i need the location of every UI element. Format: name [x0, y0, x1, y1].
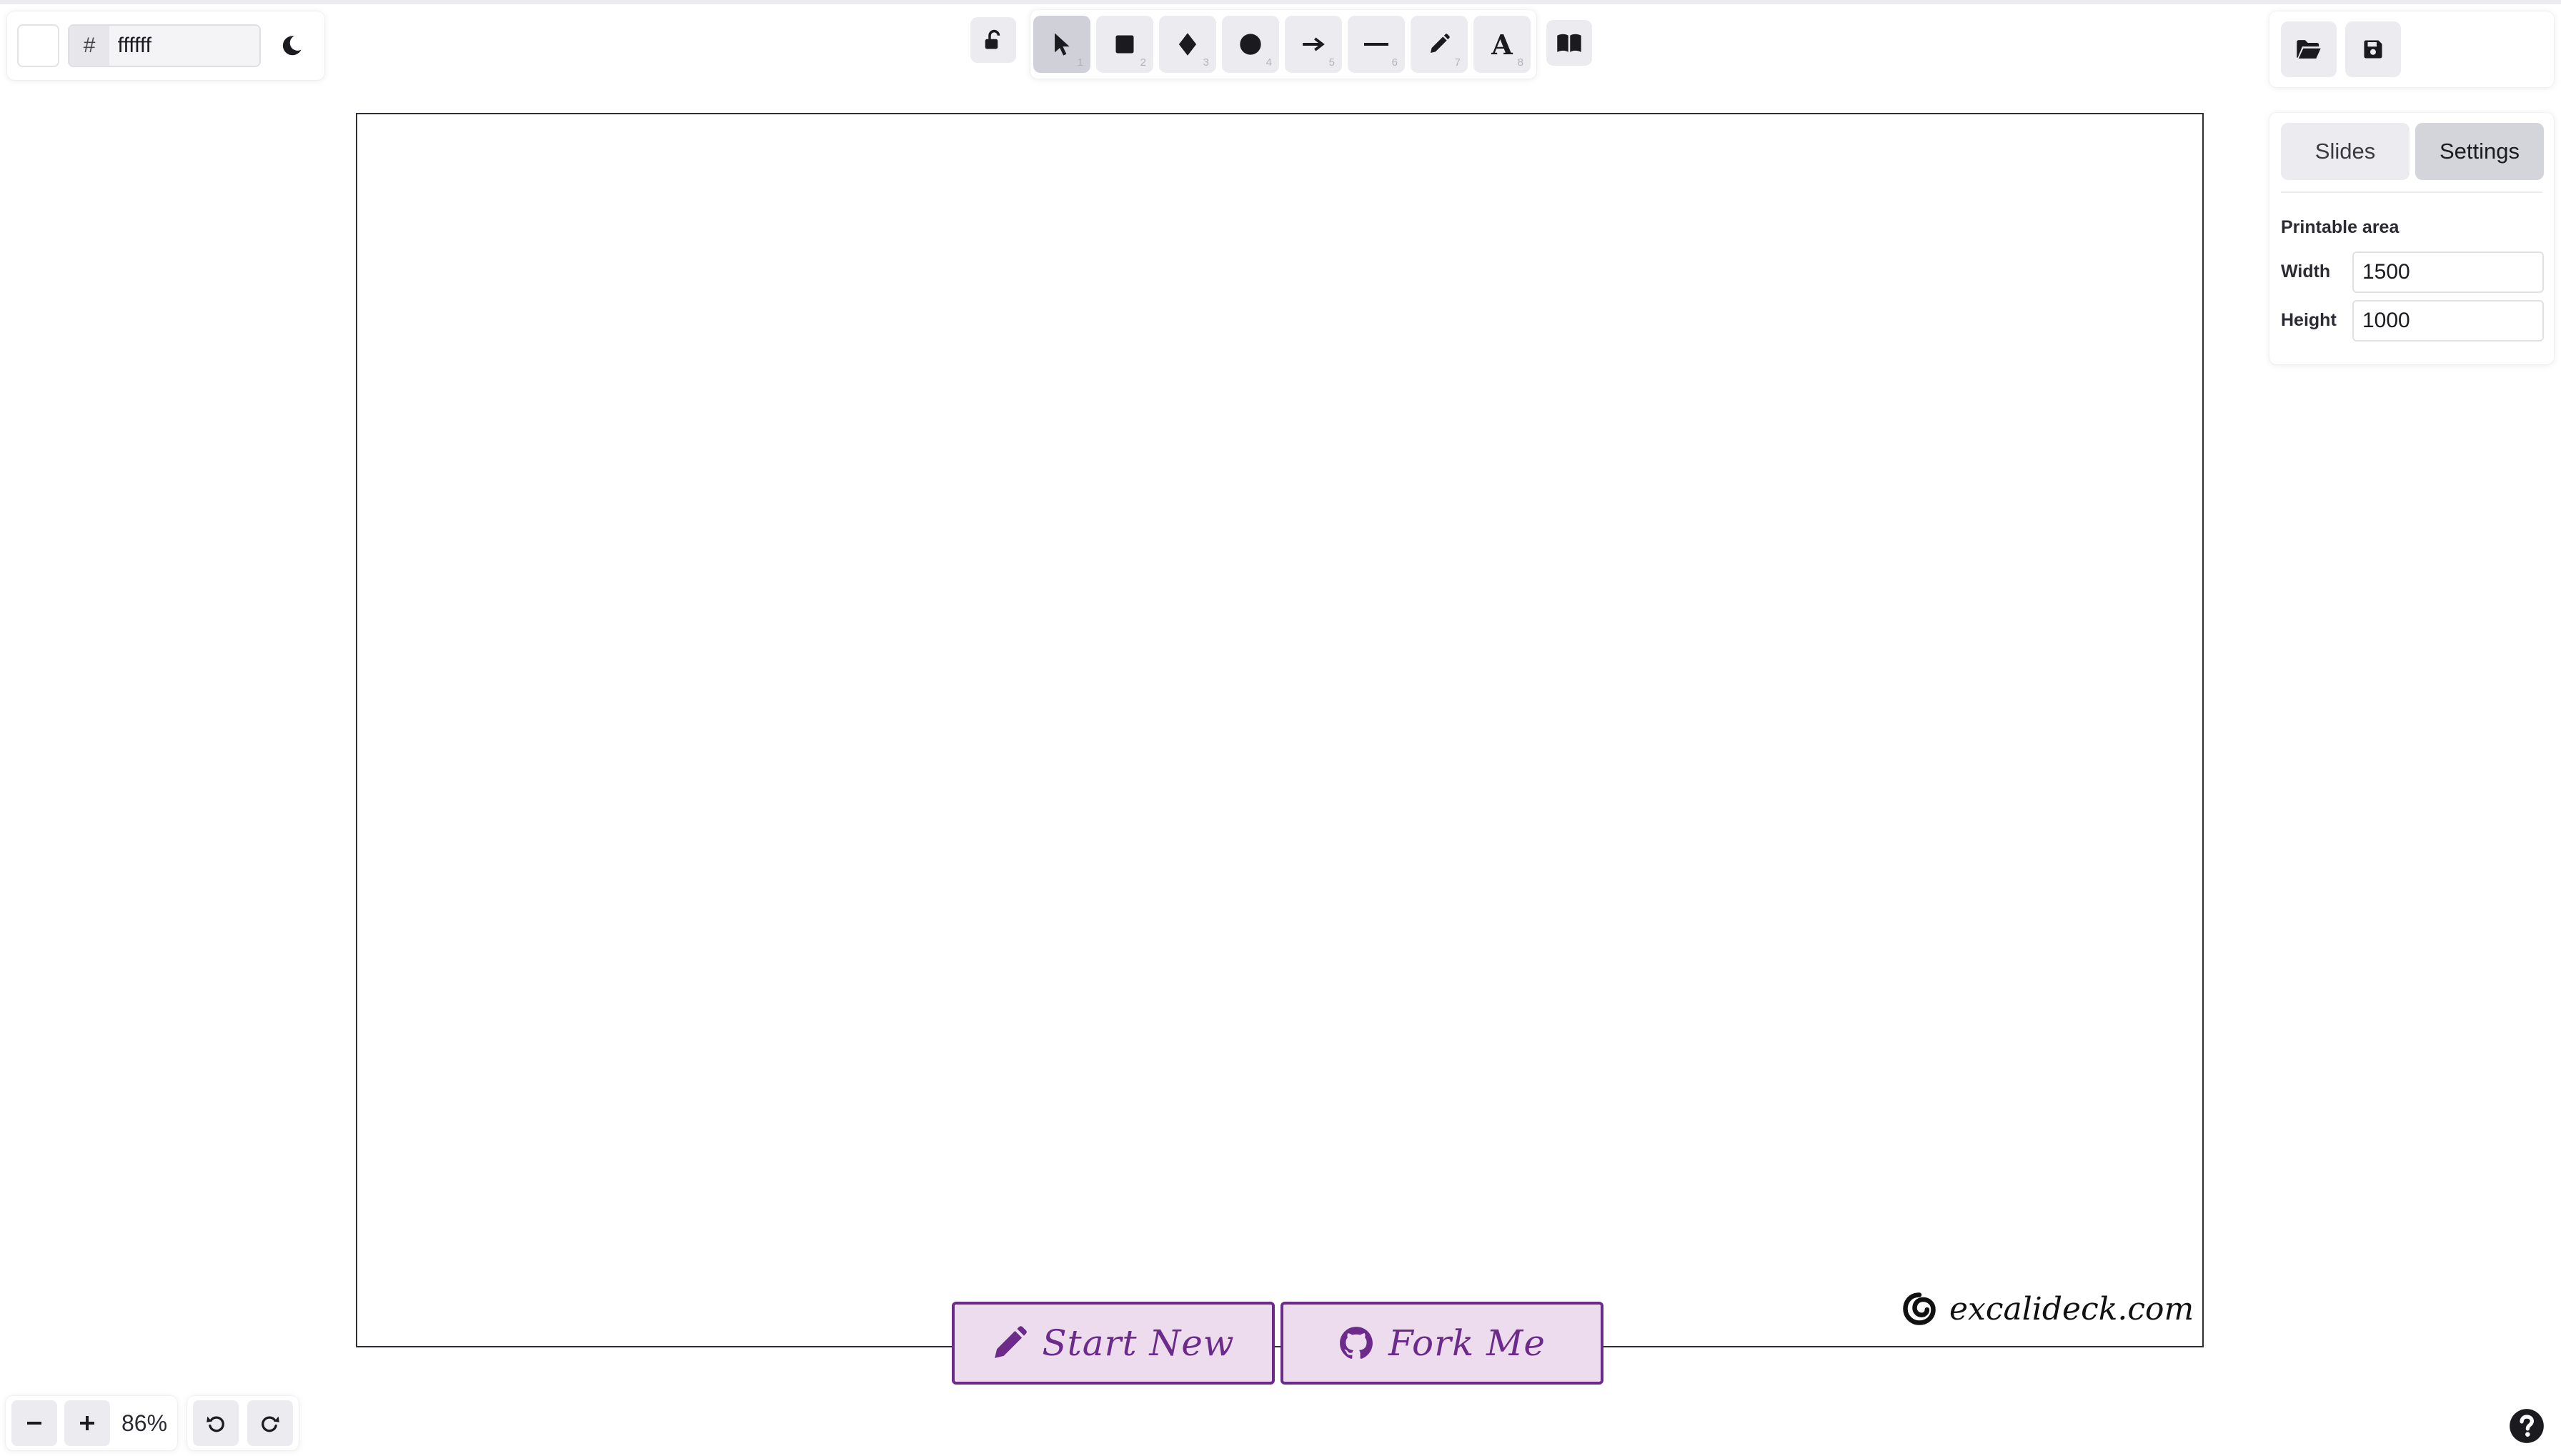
sidebar-panel: Slides Settings Printable area Width Hei…	[2269, 113, 2554, 364]
zoom-controls: 86%	[6, 1396, 177, 1450]
height-input[interactable]	[2352, 300, 2544, 341]
tool-diamond[interactable]: 3	[1159, 16, 1216, 73]
tool-rectangle[interactable]: 2	[1096, 16, 1153, 73]
help-button[interactable]	[2508, 1407, 2545, 1445]
start-new-label: Start New	[1042, 1322, 1235, 1364]
minus-icon	[27, 1422, 41, 1425]
zoom-out-button[interactable]	[11, 1400, 57, 1446]
tool-hotkey: 1	[1077, 56, 1083, 69]
hex-hash-label: #	[69, 26, 109, 66]
text-icon: A	[1491, 28, 1513, 61]
square-icon	[1115, 35, 1134, 54]
tool-hotkey: 3	[1203, 56, 1209, 69]
file-actions-panel	[2269, 11, 2554, 87]
help-icon	[2510, 1409, 2544, 1443]
pointer-icon	[1055, 33, 1070, 56]
moon-icon	[283, 36, 302, 56]
background-color-swatch[interactable]	[17, 24, 60, 67]
fork-me-label: Fork Me	[1388, 1322, 1546, 1364]
folder-open-icon	[2297, 40, 2321, 59]
redo-icon	[262, 1416, 279, 1432]
redo-button[interactable]	[247, 1400, 293, 1446]
zoom-level[interactable]: 86%	[117, 1410, 167, 1437]
tool-hotkey: 7	[1454, 56, 1461, 69]
zoom-in-button[interactable]	[64, 1400, 110, 1446]
canvas-background-panel: #	[7, 11, 324, 80]
height-label: Height	[2281, 310, 2337, 330]
shape-toolbar: 1 2 3 4 5 6 7 A 8	[1030, 10, 1536, 79]
diamond-icon	[1178, 33, 1197, 56]
tool-arrow[interactable]: 5	[1285, 16, 1342, 73]
history-controls	[187, 1396, 299, 1450]
dark-mode-toggle[interactable]	[269, 23, 314, 69]
tool-text[interactable]: A 8	[1473, 16, 1531, 73]
lock-tool-button[interactable]	[970, 17, 1016, 63]
printable-area-canvas[interactable]	[356, 113, 2204, 1347]
start-new-button[interactable]: Start New	[952, 1302, 1275, 1385]
line-icon	[1364, 43, 1388, 46]
tab-slides[interactable]: Slides	[2281, 123, 2410, 180]
tool-hotkey: 4	[1265, 56, 1272, 69]
arrow-right-icon	[1303, 37, 1325, 51]
tool-selection[interactable]: 1	[1033, 16, 1090, 73]
tab-settings[interactable]: Settings	[2415, 123, 2544, 180]
library-button[interactable]	[1546, 20, 1592, 66]
unlock-icon	[985, 29, 1000, 49]
tool-hotkey: 8	[1517, 56, 1523, 69]
watermark-text: excalideck.com	[1949, 1290, 2194, 1327]
excalideck-watermark: excalideck.com	[1901, 1290, 2194, 1327]
tab-divider	[2281, 191, 2542, 193]
spiral-logo-icon	[1903, 1292, 1936, 1325]
tool-hotkey: 5	[1328, 56, 1335, 69]
fork-me-button[interactable]: Fork Me	[1280, 1302, 1603, 1385]
save-icon	[2364, 40, 2382, 59]
open-file-button[interactable]	[2281, 21, 2337, 77]
tool-line[interactable]: 6	[1348, 16, 1405, 73]
width-input[interactable]	[2352, 251, 2544, 293]
pencil-icon	[995, 1326, 1028, 1358]
hex-color-field: #	[68, 24, 261, 67]
undo-button[interactable]	[193, 1400, 239, 1446]
tool-draw[interactable]: 7	[1411, 16, 1468, 73]
save-file-button[interactable]	[2345, 21, 2401, 77]
pencil-icon	[1431, 34, 1450, 53]
hex-color-input[interactable]	[109, 26, 259, 66]
width-label: Width	[2281, 261, 2331, 281]
printable-area-heading: Printable area	[2281, 217, 2400, 237]
book-icon	[1557, 34, 1581, 52]
tool-hotkey: 6	[1391, 56, 1398, 69]
plus-icon	[80, 1416, 94, 1430]
tool-hotkey: 2	[1140, 56, 1146, 69]
top-border	[0, 0, 2561, 4]
circle-icon	[1240, 34, 1261, 55]
github-icon	[1340, 1327, 1373, 1359]
undo-icon	[207, 1416, 224, 1432]
tool-ellipse[interactable]: 4	[1222, 16, 1279, 73]
